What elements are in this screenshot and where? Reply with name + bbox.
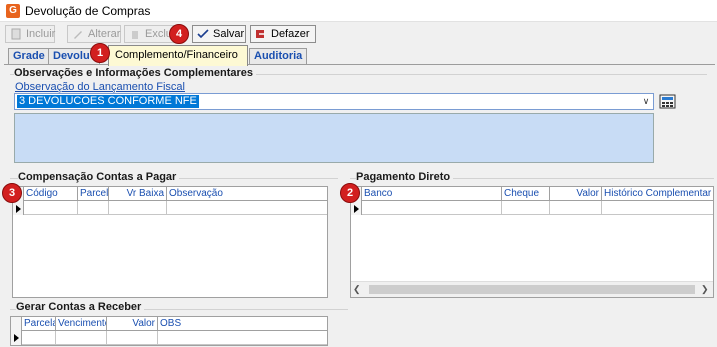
row-indicator <box>11 317 22 345</box>
grid-cell[interactable] <box>24 201 78 215</box>
tab-label: Grade <box>13 50 45 62</box>
tab-label: Auditoria <box>254 50 303 62</box>
badge-1: 1 <box>90 43 110 63</box>
col-header-valor[interactable]: Valor <box>107 317 158 331</box>
delete-icon <box>132 31 138 39</box>
tab-auditoria[interactable]: Auditoria <box>249 48 308 65</box>
undo-icon <box>256 30 265 38</box>
desfazer-label: Defazer <box>271 28 310 40</box>
grid-cell[interactable] <box>158 331 327 345</box>
grid-cell[interactable] <box>109 201 167 215</box>
col-header-vencimento[interactable]: Vencimento <box>56 317 107 331</box>
gerar-title: Gerar Contas a Receber <box>16 301 145 313</box>
grid-cell[interactable] <box>550 201 602 215</box>
observacao-combo[interactable]: 3 DEVOLUCOES CONFORME NFE ∨ <box>14 93 654 110</box>
grid-cell[interactable] <box>362 201 502 215</box>
alterar-button[interactable]: Alterar <box>67 25 121 43</box>
grid-cell[interactable] <box>107 331 158 345</box>
scroll-right-icon[interactable]: ❯ <box>701 284 709 295</box>
compensacao-title: Compensação Contas a Pagar <box>18 171 180 183</box>
grid-cell[interactable] <box>56 331 107 345</box>
chevron-down-icon[interactable]: ∨ <box>639 94 653 109</box>
col-header-parcela[interactable]: Parcela <box>22 317 56 331</box>
badge-2: 2 <box>340 183 360 203</box>
tab-label: Devolu <box>53 50 90 62</box>
salvar-label: Salvar <box>213 28 245 40</box>
observacao-memo[interactable] <box>14 113 654 163</box>
pagamento-grid[interactable]: Banco Cheque Valor Histórico Complementa… <box>350 186 714 298</box>
compensacao-grid[interactable]: Código Parcela Vr Baixa Observação <box>12 186 328 298</box>
desfazer-button[interactable]: Defazer <box>250 25 316 43</box>
col-header-observacao[interactable]: Observação <box>167 187 327 201</box>
grid-cell[interactable] <box>167 201 327 215</box>
edit-icon <box>74 31 82 39</box>
col-header-cheque[interactable]: Cheque <box>502 187 550 201</box>
incluir-label: Incluir <box>26 28 56 40</box>
grid-cell[interactable] <box>22 331 56 345</box>
current-row-arrow-icon <box>354 205 359 213</box>
current-row-arrow-icon <box>14 334 19 342</box>
excluir-label: Exclu <box>145 28 172 40</box>
gerar-grid[interactable]: Parcela Vencimento Valor OBS <box>10 316 328 346</box>
col-header-valor[interactable]: Valor <box>550 187 602 201</box>
alterar-label: Alterar <box>88 28 121 40</box>
combo-selected-value: 3 DEVOLUCOES CONFORME NFE <box>17 95 199 108</box>
new-document-icon <box>11 28 21 40</box>
scroll-left-icon[interactable]: ❮ <box>353 284 361 295</box>
tab-grade[interactable]: Grade <box>8 48 50 65</box>
col-header-historico[interactable]: Histórico Complementar <box>602 187 713 201</box>
title-bar: G Devolução de Compras <box>0 0 717 22</box>
app-icon: G <box>6 4 20 18</box>
scrollbar-thumb[interactable] <box>369 285 695 294</box>
calculator-icon[interactable] <box>659 93 677 110</box>
incluir-button[interactable]: Incluir <box>5 25 55 43</box>
col-header-banco[interactable]: Banco <box>362 187 502 201</box>
observacao-field-label: Observação do Lançamento Fiscal <box>15 81 185 93</box>
current-row-arrow-icon <box>16 205 21 213</box>
col-header-codigo[interactable]: Código <box>24 187 78 201</box>
horizontal-scrollbar[interactable]: ❮ ❯ <box>351 281 713 297</box>
tab-label: Complemento/Financeiro <box>115 49 238 61</box>
tab-complemento-financeiro[interactable]: Complemento/Financeiro <box>108 45 248 66</box>
window-title: Devolução de Compras <box>25 4 151 18</box>
save-check-icon <box>197 29 209 39</box>
col-header-obs[interactable]: OBS <box>158 317 327 331</box>
grid-cell[interactable] <box>602 201 713 215</box>
grid-cell[interactable] <box>78 201 109 215</box>
badge-3: 3 <box>2 183 22 203</box>
pagamento-title: Pagamento Direto <box>356 171 454 183</box>
col-header-vr-baixa[interactable]: Vr Baixa <box>109 187 167 201</box>
col-header-parcela[interactable]: Parcela <box>78 187 109 201</box>
observacoes-title: Observações e Informações Complementares <box>14 67 257 79</box>
grid-cell[interactable] <box>502 201 550 215</box>
badge-4: 4 <box>169 24 189 44</box>
salvar-button[interactable]: Salvar <box>192 25 246 43</box>
